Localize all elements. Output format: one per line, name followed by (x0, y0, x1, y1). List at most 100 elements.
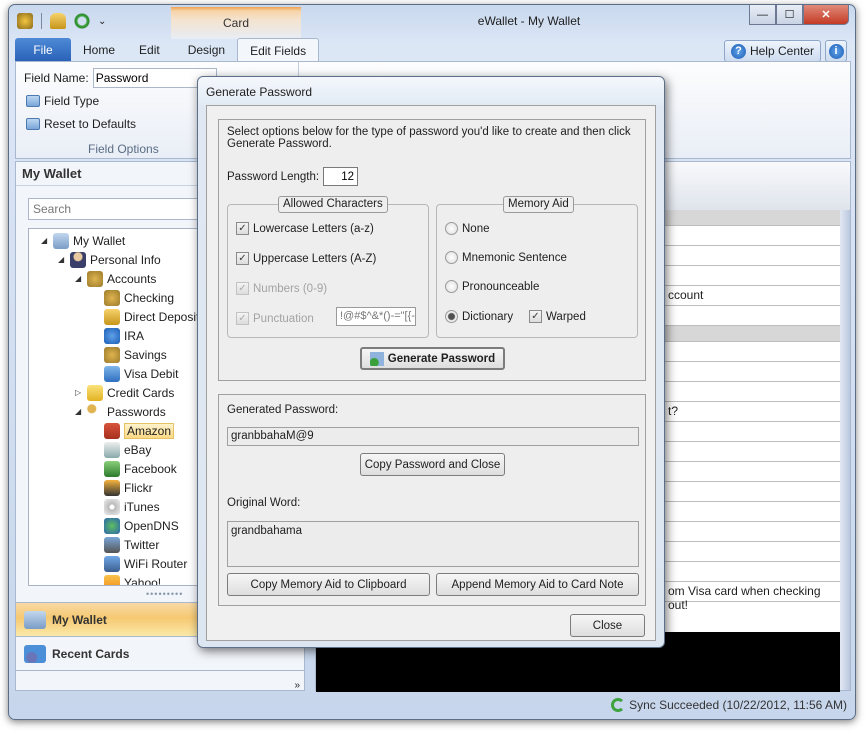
recent-cards-icon (24, 644, 46, 663)
memory-pronounceable-radio[interactable]: Pronounceable (445, 280, 539, 293)
memory-none-radio[interactable]: None (445, 222, 490, 235)
tree-item[interactable]: ▷ Credit Cards (75, 383, 174, 402)
customize-qat-icon[interactable]: ⌄ (98, 16, 106, 27)
overflow-chevron-icon[interactable]: » (294, 680, 300, 691)
tree-item-label: Credit Cards (107, 385, 175, 400)
tree-item[interactable]: ◢ My Wallet (41, 231, 125, 250)
tree-item[interactable]: iTunes (104, 497, 160, 516)
punctuation-checkbox[interactable]: ✓ Punctuation (236, 312, 314, 325)
tree-item[interactable]: ◢ Passwords (75, 402, 166, 421)
tab-edit-fields[interactable]: Edit Fields (237, 38, 320, 61)
tree-item-label: Savings (124, 347, 167, 362)
copy-password-close-button[interactable]: Copy Password and Close (360, 453, 505, 476)
tree-item[interactable]: OpenDNS (104, 516, 179, 535)
tree-item-label: Personal Info (90, 252, 161, 267)
tree-item[interactable]: Checking (104, 288, 174, 307)
tab-file[interactable]: File (15, 38, 71, 61)
dialog-close-button[interactable]: Close (570, 614, 645, 637)
tree-item[interactable]: Facebook (104, 459, 177, 478)
generated-password-field[interactable]: granbbahaM@9 (227, 427, 639, 446)
tree-item[interactable]: Amazon (104, 421, 175, 440)
tree-item-label: My Wallet (73, 233, 126, 248)
about-button[interactable]: i (825, 40, 847, 62)
lowercase-checkbox[interactable]: ✓ Lowercase Letters (a-z) (236, 222, 374, 235)
tree-item[interactable]: ◢ Personal Info (58, 250, 161, 269)
nav-overflow-area (16, 670, 304, 692)
splitter-grip[interactable]: ••••••••• (146, 589, 183, 599)
tree-item[interactable]: Savings (104, 345, 167, 364)
maximize-button[interactable]: ☐ (776, 5, 803, 25)
reset-defaults-label: Reset to Defaults (44, 117, 137, 131)
field-name-group: Field Name: (24, 68, 217, 88)
qat-divider (41, 13, 42, 29)
yahoo-icon (104, 574, 120, 585)
numbers-checkbox[interactable]: ✓ Numbers (0-9) (236, 282, 327, 295)
tree-item[interactable]: ◢ Accounts (75, 269, 156, 288)
tree-item[interactable]: Twitter (104, 535, 159, 554)
password-length-group: Password Length: (227, 167, 359, 186)
radio-icon (445, 222, 458, 235)
tab-design[interactable]: Design (176, 38, 237, 61)
dialog-instructions: Select options below for the type of pas… (227, 126, 631, 150)
uppercase-checkbox[interactable]: ✓ Uppercase Letters (A-Z) (236, 252, 376, 265)
punctuation-input[interactable]: !@#$^&*()-="[{-| (336, 307, 416, 326)
tree-item[interactable]: IRA (104, 326, 144, 345)
tree-item[interactable]: eBay (104, 440, 151, 459)
sync-icon[interactable] (74, 13, 90, 29)
ebay-icon (104, 441, 120, 458)
tree-item-label: IRA (124, 328, 145, 343)
lowercase-label: Lowercase Letters (a-z) (253, 222, 374, 235)
memory-mnemonic-radio[interactable]: Mnemonic Sentence (445, 251, 567, 264)
close-window-button[interactable]: ✕ (803, 5, 849, 25)
folder-icon (87, 384, 103, 401)
content-scrollbar[interactable] (840, 210, 850, 690)
password-length-label: Password Length: (227, 170, 320, 183)
original-word-field[interactable]: grandbahama (227, 521, 639, 567)
checkbox-checked-icon: ✓ (529, 310, 542, 323)
memory-dictionary-radio[interactable]: Dictionary (445, 310, 513, 323)
tree-item-label: Passwords (107, 404, 166, 419)
copy-memory-aid-button[interactable]: Copy Memory Aid to Clipboard (227, 573, 430, 596)
generate-password-button[interactable]: Generate Password (360, 347, 505, 370)
person-icon (70, 251, 86, 268)
tree-item[interactable]: Visa Debit (104, 364, 178, 383)
password-length-input[interactable] (323, 167, 359, 186)
minimize-button[interactable]: — (749, 5, 776, 25)
house-icon (104, 422, 120, 439)
phone-icon (104, 536, 120, 553)
tree-item[interactable]: Direct Deposit (104, 307, 199, 326)
expand-toggle-icon[interactable]: ◢ (75, 407, 83, 416)
radio-icon (445, 251, 458, 264)
lock-icon[interactable] (50, 13, 66, 29)
checkbox-checked-icon: ✓ (236, 312, 249, 325)
results-panel: Generated Password: granbbahaM@9 Copy Pa… (218, 394, 646, 606)
memory-aid-title: Memory Aid (503, 196, 574, 213)
money-bag-icon (104, 289, 120, 306)
tree-item-label: Accounts (107, 271, 157, 286)
tree-item[interactable]: Yahoo! (104, 573, 161, 585)
generated-password-label: Generated Password: (227, 404, 339, 416)
append-memory-aid-button[interactable]: Append Memory Aid to Card Note (436, 573, 639, 596)
ribbon-tabs: File Home Edit Design Edit Fields (15, 38, 320, 61)
expand-toggle-icon[interactable]: ◢ (75, 274, 83, 283)
tree-item-label: OpenDNS (124, 518, 179, 533)
reset-defaults-button[interactable]: Reset to Defaults (26, 117, 136, 131)
tab-home[interactable]: Home (71, 38, 127, 61)
status-bar: Sync Succeeded (10/22/2012, 11:56 AM) (15, 693, 851, 717)
context-tab-card: Card (171, 7, 301, 39)
checkbox-checked-icon: ✓ (236, 222, 249, 235)
generate-password-label: Generate Password (387, 352, 496, 365)
tab-edit[interactable]: Edit (127, 38, 172, 61)
expand-toggle-icon[interactable]: ◢ (41, 236, 49, 245)
help-center-button[interactable]: ? Help Center (723, 40, 821, 62)
app-icon[interactable] (17, 13, 33, 29)
warped-checkbox[interactable]: ✓ Warped (529, 310, 586, 323)
dialog-body: Select options below for the type of pas… (206, 105, 656, 641)
expand-toggle-icon[interactable]: ◢ (58, 255, 66, 264)
tree-item[interactable]: WiFi Router (104, 554, 187, 573)
memory-dictionary-label: Dictionary (462, 310, 514, 323)
field-type-button[interactable]: Field Type (26, 94, 99, 108)
expand-toggle-icon[interactable]: ▷ (75, 388, 83, 397)
tree-item[interactable]: Flickr (104, 478, 153, 497)
credit-card-icon (104, 365, 120, 382)
